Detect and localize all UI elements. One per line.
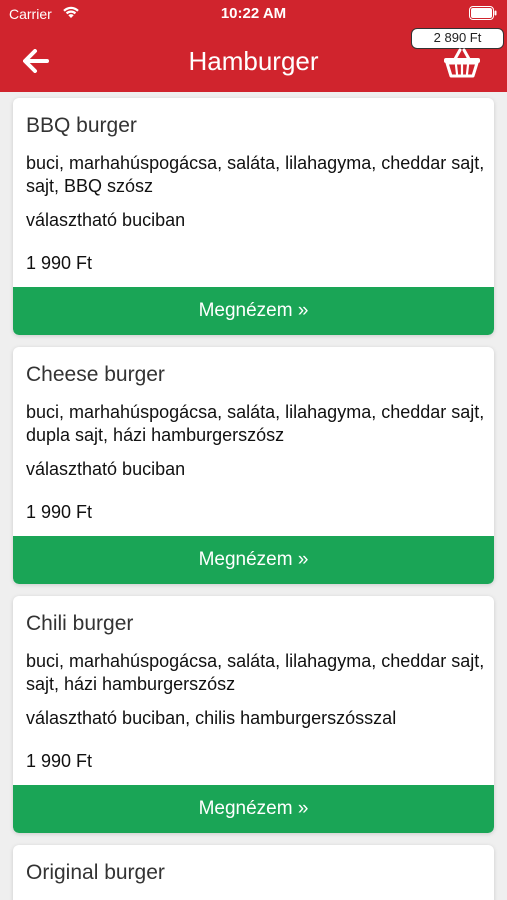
- product-description: buci, marhahúspogácsa, saláta, lilahagym…: [26, 402, 485, 445]
- product-name: BBQ burger: [26, 114, 137, 137]
- product-price: 1 990 Ft: [26, 751, 93, 771]
- view-product-button[interactable]: Megnézem »: [13, 536, 494, 584]
- product-name: Original burger: [26, 861, 165, 884]
- status-bar: Carrier 10:22 AM: [0, 0, 507, 28]
- product-description: buci, marhahúspogácsa, saláta, lilahagym…: [26, 651, 485, 694]
- status-time: 10:22 AM: [220, 5, 287, 22]
- product-card: Chili burger buci, marhahúspogácsa, salá…: [13, 596, 494, 833]
- view-product-button[interactable]: Megnézem »: [13, 287, 494, 335]
- battery-icon: [469, 6, 497, 23]
- product-price: 1 990 Ft: [26, 253, 93, 273]
- product-name: Cheese burger: [26, 363, 165, 386]
- product-price: 1 990 Ft: [26, 502, 93, 522]
- cart-total-badge[interactable]: 2 890 Ft: [411, 28, 504, 49]
- view-product-button[interactable]: Megnézem »: [13, 785, 494, 833]
- app-header: Carrier 10:22 AM Hamburger 2 890 Ft: [0, 0, 507, 92]
- product-card: Original burger: [13, 845, 494, 900]
- product-note: választható buciban: [26, 210, 186, 230]
- product-name: Chili burger: [26, 612, 134, 635]
- page-title: Hamburger: [188, 46, 319, 76]
- product-card: Cheese burger buci, marhahúspogácsa, sal…: [13, 347, 494, 584]
- product-note: választható buciban, chilis hamburgerszó…: [26, 708, 397, 728]
- product-card: BBQ burger buci, marhahúspogácsa, saláta…: [13, 98, 494, 335]
- product-note: választható buciban: [26, 459, 186, 479]
- product-description: buci, marhahúspogácsa, saláta, lilahagym…: [26, 153, 485, 196]
- basket-icon[interactable]: [443, 48, 481, 83]
